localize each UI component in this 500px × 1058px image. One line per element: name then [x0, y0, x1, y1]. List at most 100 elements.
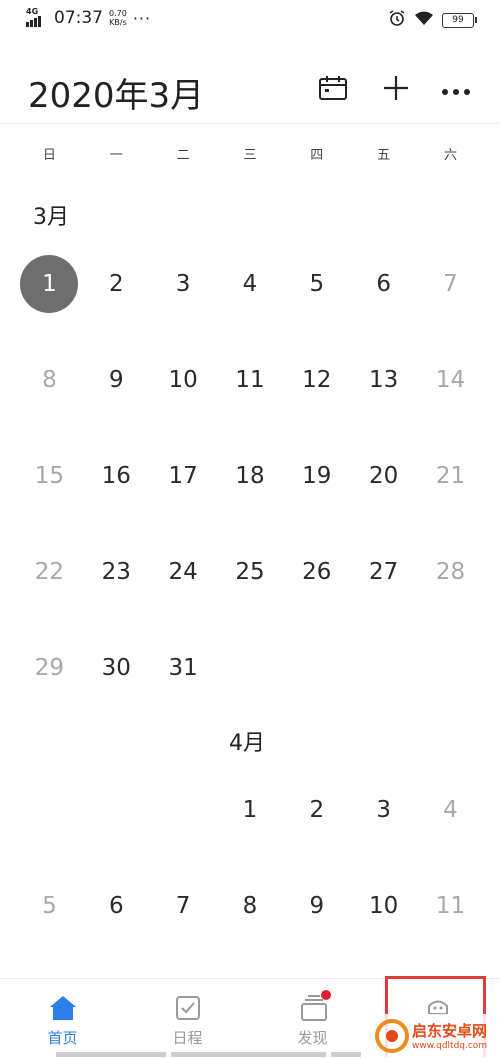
day-cell[interactable]: 11	[417, 881, 484, 931]
week-row: 8 9 10 11 12 13 14	[16, 332, 484, 428]
day-cell[interactable]: 21	[417, 451, 484, 501]
weekday-label: 四	[310, 148, 324, 163]
week-row: 15 16 17 18 19 20 21	[16, 428, 484, 524]
day-cell[interactable]: 9	[83, 355, 150, 405]
empty-cell	[217, 643, 284, 693]
nav-indicator	[171, 1052, 326, 1057]
day-cell[interactable]: 6	[350, 259, 417, 309]
month-label-march: 3月	[33, 205, 69, 230]
week-row: 1 2 3 4 5 6 7	[16, 236, 484, 332]
watermark-name: 启东安卓网	[412, 1022, 488, 1040]
battery-level: 99	[452, 15, 464, 25]
status-more-indicator: ···	[132, 8, 152, 28]
tab-home[interactable]: 首页	[0, 979, 125, 1058]
month-grid-april: 1 2 3 4 5 6 7 8 9 10 11	[16, 762, 484, 954]
day-cell[interactable]: 26	[283, 547, 350, 597]
add-event-button[interactable]	[376, 70, 416, 110]
day-cell[interactable]: 20	[350, 451, 417, 501]
calendar-icon	[318, 74, 348, 106]
day-cell[interactable]: 5	[283, 259, 350, 309]
day-cell[interactable]: 24	[150, 547, 217, 597]
weekday-label: 五	[377, 148, 391, 163]
day-cell[interactable]: 28	[417, 547, 484, 597]
week-row: 29 30 31	[16, 620, 484, 716]
day-cell[interactable]: 3	[150, 259, 217, 309]
empty-cell	[283, 643, 350, 693]
day-cell[interactable]: 22	[16, 547, 83, 597]
cellular-signal-icon: 4G	[26, 7, 48, 27]
weekday-label: 一	[109, 148, 123, 163]
network-type: 4G	[26, 7, 39, 16]
tab-label: 日程	[172, 1029, 203, 1047]
day-cell[interactable]: 27	[350, 547, 417, 597]
day-cell[interactable]: 8	[16, 355, 83, 405]
empty-cell	[150, 785, 217, 835]
month-grid-march: 1 2 3 4 5 6 7 8 9 10 11 12 13 14 15 16 1…	[16, 236, 484, 716]
nav-indicator	[56, 1052, 166, 1057]
empty-cell	[350, 643, 417, 693]
day-cell[interactable]: 23	[83, 547, 150, 597]
network-speed: 0.70 KB/s	[109, 9, 127, 27]
week-row: 22 23 24 25 26 27 28	[16, 524, 484, 620]
alarm-icon	[388, 9, 406, 31]
weekday-label: 六	[443, 148, 457, 163]
wifi-icon	[414, 10, 434, 30]
day-cell[interactable]: 15	[16, 451, 83, 501]
tab-discover[interactable]: 发现	[250, 979, 375, 1058]
day-cell[interactable]: 8	[217, 881, 284, 931]
notification-badge	[321, 990, 331, 1000]
today-button[interactable]	[313, 70, 353, 110]
plus-icon	[382, 74, 410, 106]
month-label-april: 4月	[229, 731, 265, 756]
day-cell[interactable]: 5	[16, 881, 83, 931]
watermark-url: www.qdltdq.com	[412, 1041, 488, 1051]
week-row: 5 6 7 8 9 10 11	[16, 858, 484, 954]
tab-schedule[interactable]: 日程	[125, 979, 250, 1058]
more-icon	[441, 81, 471, 100]
day-cell[interactable]: 6	[83, 881, 150, 931]
day-cell[interactable]: 1	[217, 785, 284, 835]
empty-cell	[417, 643, 484, 693]
day-cell[interactable]: 4	[417, 785, 484, 835]
checkbox-icon	[174, 994, 202, 1022]
status-bar: 4G 07:37 0.70 KB/s ··· 99	[0, 0, 500, 40]
header-divider	[0, 123, 500, 124]
more-button[interactable]	[436, 70, 476, 110]
day-cell[interactable]: 31	[150, 643, 217, 693]
watermark: 启东安卓网 www.qdltdq.com	[372, 1014, 500, 1057]
day-cell[interactable]: 25	[217, 547, 284, 597]
day-cell[interactable]: 29	[16, 643, 83, 693]
day-cell[interactable]: 12	[283, 355, 350, 405]
day-cell[interactable]: 7	[417, 259, 484, 309]
day-cell[interactable]: 2	[83, 259, 150, 309]
day-cell[interactable]: 4	[217, 259, 284, 309]
day-cell[interactable]: 10	[150, 355, 217, 405]
day-cell[interactable]: 2	[283, 785, 350, 835]
day-cell[interactable]: 18	[217, 451, 284, 501]
weekday-label: 日	[42, 148, 56, 163]
weekday-header: 日 一 二 三 四 五 六	[16, 144, 484, 163]
day-cell[interactable]: 13	[350, 355, 417, 405]
day-cell[interactable]: 16	[83, 451, 150, 501]
nav-indicator	[331, 1052, 361, 1057]
week-row: 1 2 3 4	[16, 762, 484, 858]
home-icon	[49, 994, 77, 1022]
day-cell[interactable]: 30	[83, 643, 150, 693]
empty-cell	[16, 785, 83, 835]
day-cell[interactable]: 9	[283, 881, 350, 931]
status-time: 07:37	[54, 8, 103, 28]
page-title[interactable]: 2020年3月	[28, 68, 204, 117]
tab-label: 发现	[297, 1029, 328, 1047]
weekday-label: 三	[243, 148, 257, 163]
day-cell[interactable]: 14	[417, 355, 484, 405]
day-cell[interactable]: 11	[217, 355, 284, 405]
day-cell[interactable]: 17	[150, 451, 217, 501]
empty-cell	[83, 785, 150, 835]
day-cell[interactable]: 19	[283, 451, 350, 501]
day-cell[interactable]: 10	[350, 881, 417, 931]
day-cell[interactable]: 7	[150, 881, 217, 931]
day-cell[interactable]: 3	[350, 785, 417, 835]
battery-icon: 99	[442, 12, 477, 28]
watermark-logo-icon	[374, 1018, 410, 1054]
day-cell-today[interactable]: 1	[16, 255, 83, 313]
